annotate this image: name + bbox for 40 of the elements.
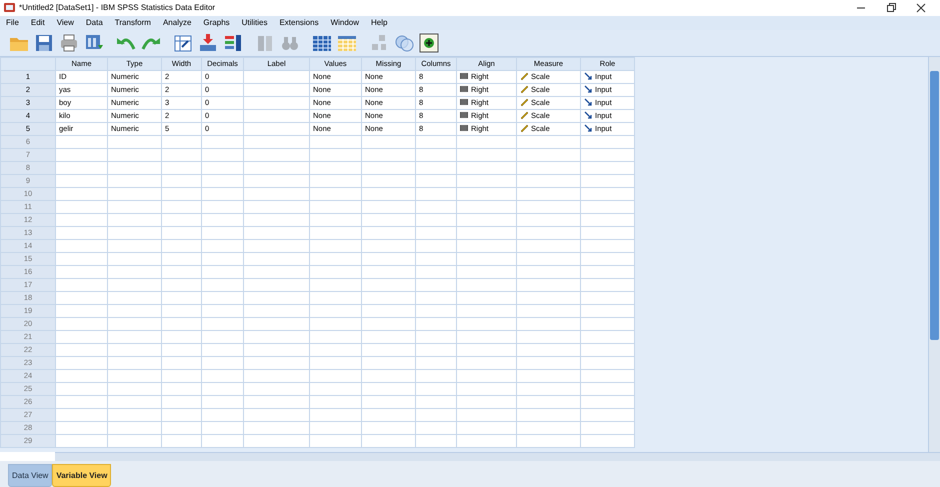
- insert-arrow-button[interactable]: [197, 32, 219, 54]
- menu-item[interactable]: Data: [80, 16, 109, 29]
- menu-item[interactable]: Transform: [108, 16, 157, 29]
- menu-item[interactable]: Help: [365, 16, 394, 29]
- squares-icon: [369, 32, 389, 53]
- insert-arrow-icon: [198, 32, 218, 53]
- input-arrow-icon: [584, 124, 592, 132]
- horizontal-scrollbar[interactable]: [55, 452, 940, 462]
- circles-icon: [394, 32, 414, 53]
- close-icon[interactable]: [914, 0, 928, 15]
- input-arrow-icon: [584, 84, 592, 93]
- menu-item[interactable]: Window: [324, 16, 366, 29]
- colored-bars-icon: [223, 32, 243, 53]
- align-right-icon: [460, 72, 468, 80]
- align-right-icon: [460, 98, 468, 106]
- window-title: *Untitled2 [DataSet1] - IBM SPSS Statistics Data Editor: [19, 2, 216, 14]
- vertical-scrollbar[interactable]: [928, 56, 940, 452]
- align-right-icon: [460, 124, 468, 132]
- printer-button[interactable]: [58, 32, 80, 54]
- view-tab[interactable]: Variable View: [52, 464, 112, 487]
- input-arrow-icon: [584, 72, 592, 80]
- align-right-icon: [460, 84, 468, 93]
- align-right-icon: [460, 110, 468, 119]
- menu-item[interactable]: Edit: [24, 16, 51, 29]
- menu-item[interactable]: Extensions: [273, 16, 325, 29]
- plus-icon: [419, 32, 439, 53]
- menu-item[interactable]: Utilities: [236, 16, 274, 29]
- input-arrow-icon: [584, 110, 592, 119]
- view-tab[interactable]: Data View: [8, 464, 52, 487]
- plus-button[interactable]: [418, 32, 440, 54]
- menu-item[interactable]: Graphs: [197, 16, 236, 29]
- save-icon: [34, 32, 54, 53]
- app-icon: [4, 2, 15, 14]
- printer-icon: [59, 32, 79, 53]
- restore-icon[interactable]: [884, 0, 898, 15]
- table-arrow-icon: [173, 32, 193, 53]
- menu-item[interactable]: File: [0, 16, 25, 29]
- menu-item[interactable]: View: [50, 16, 80, 29]
- input-arrow-icon: [584, 98, 592, 106]
- menu-item[interactable]: Analyze: [156, 16, 198, 29]
